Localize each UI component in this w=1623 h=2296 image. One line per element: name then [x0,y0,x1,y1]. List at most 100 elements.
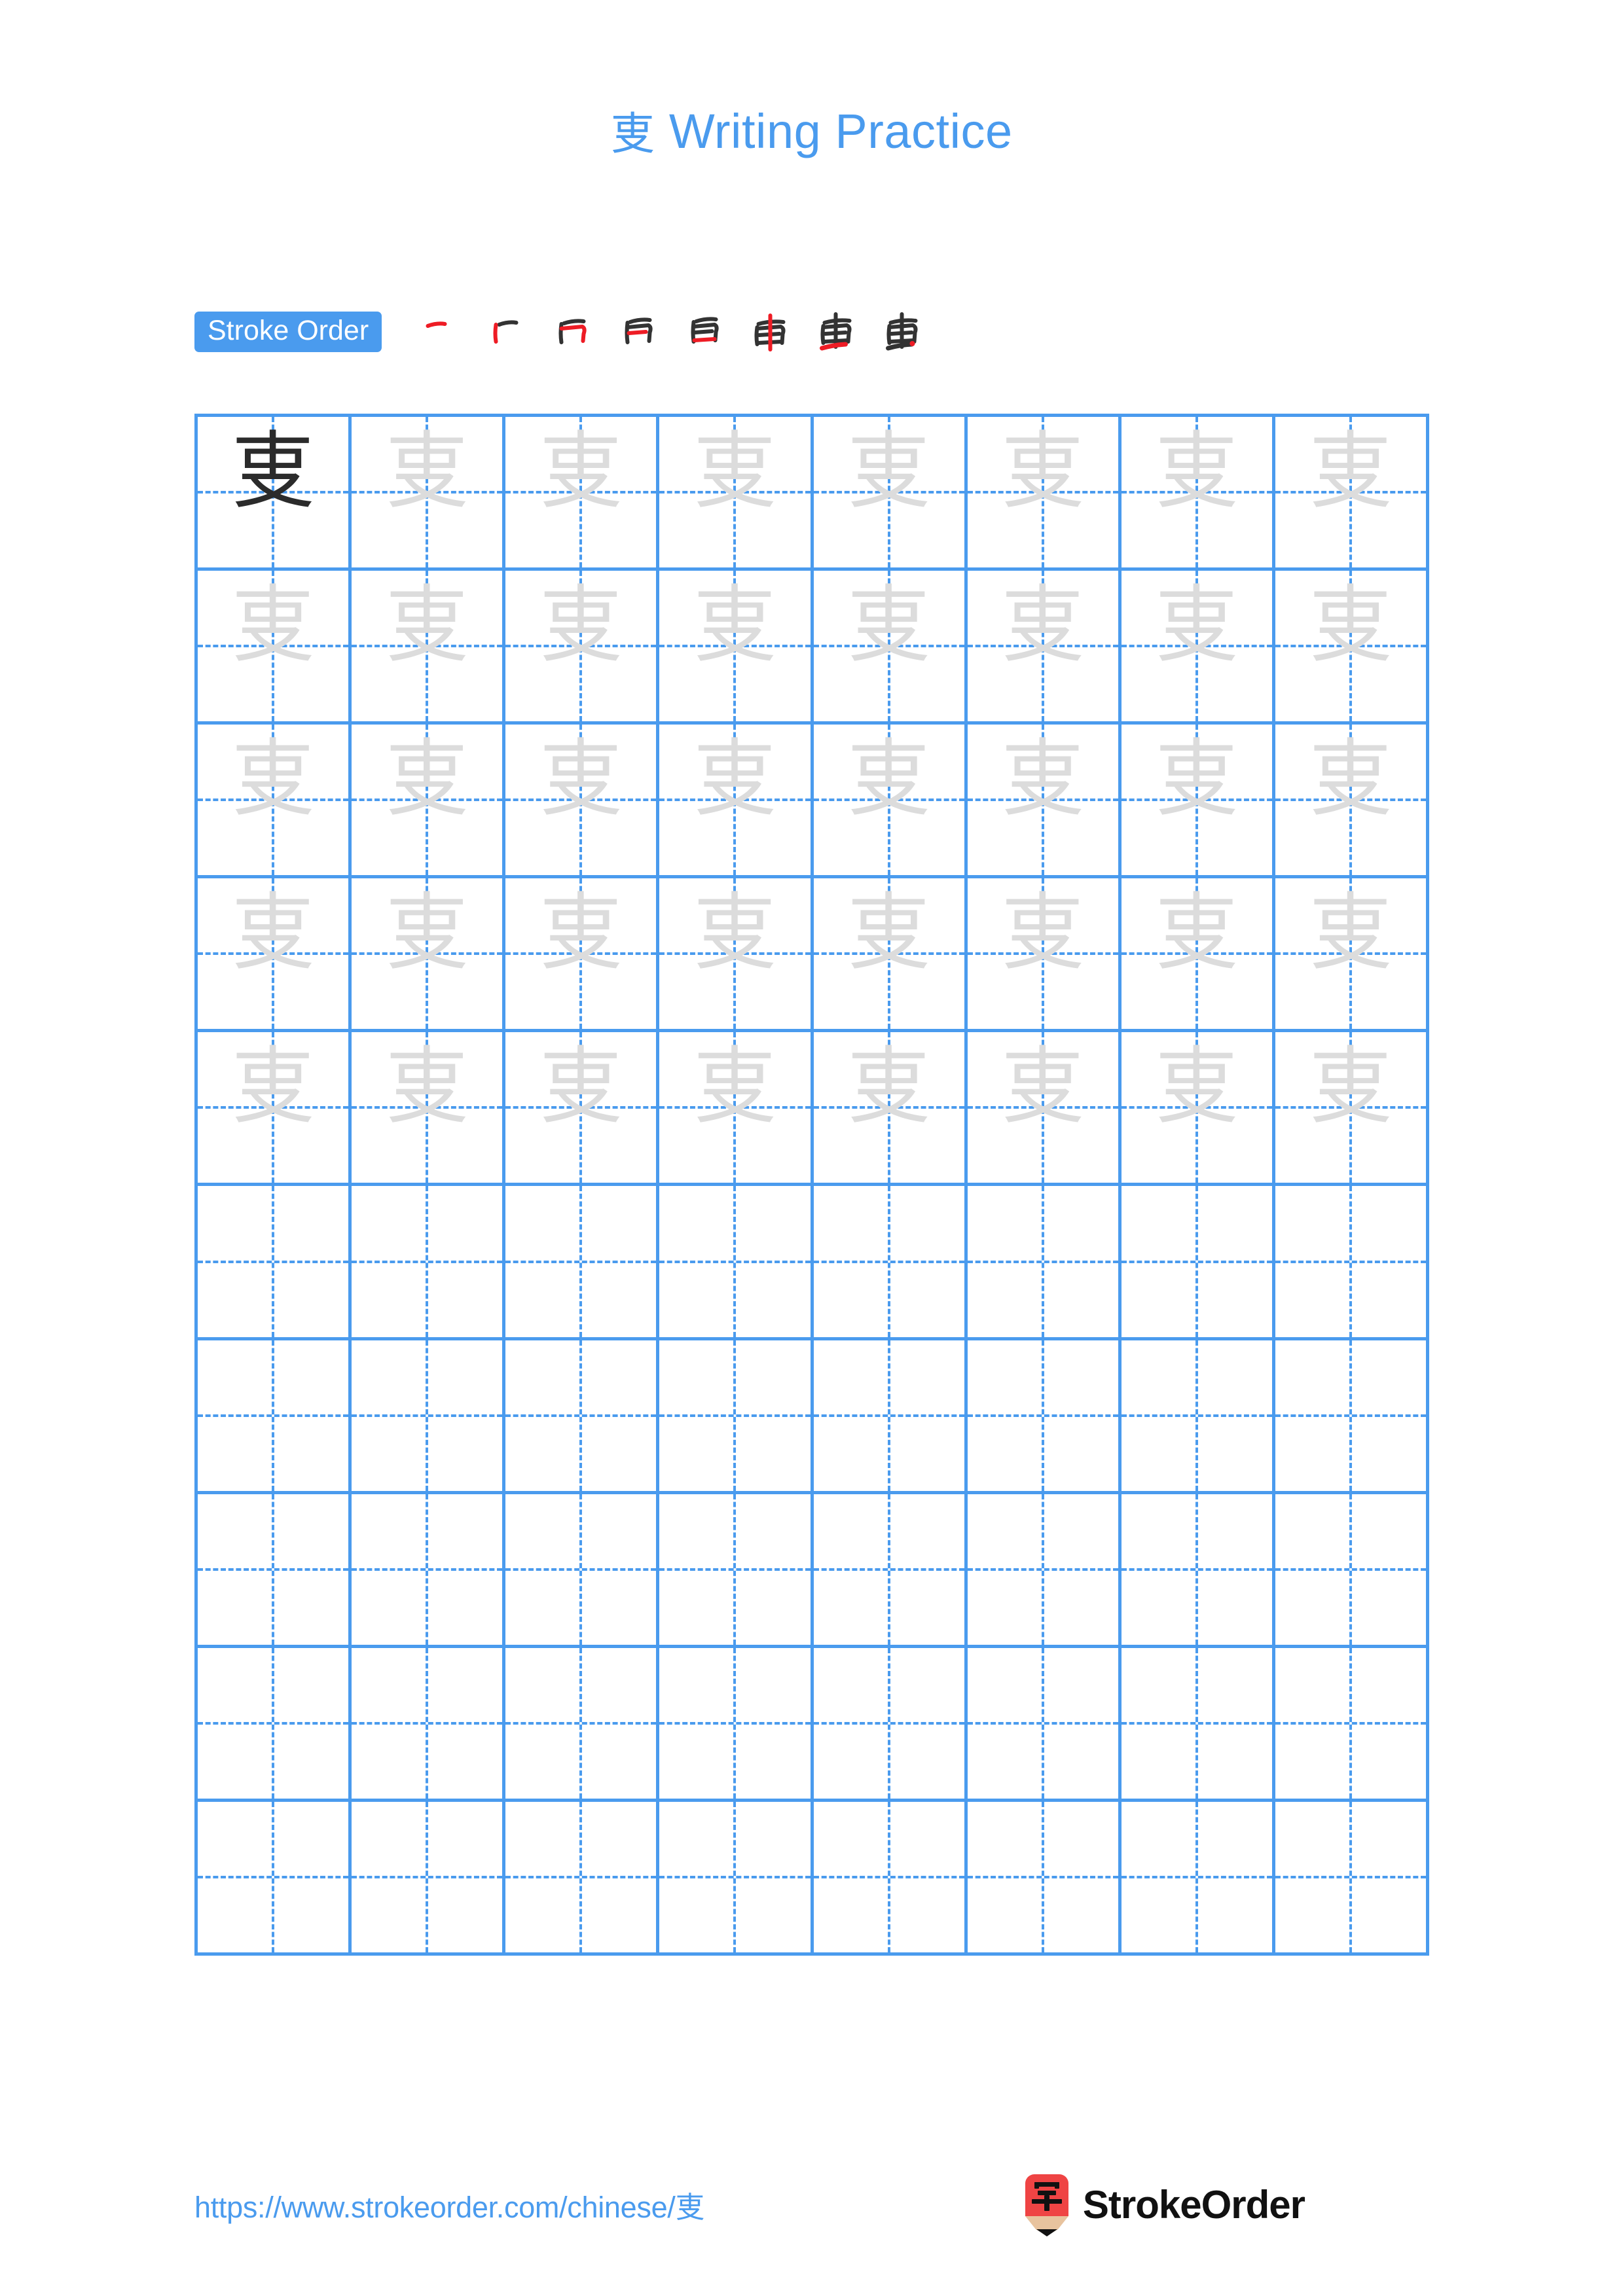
source-url[interactable]: https://www.strokeorder.com/chinese/叓 [194,2183,705,2226]
tracing-character: 叓 [1000,884,1085,982]
practice-cell[interactable] [198,1801,352,1952]
practice-cell[interactable] [1275,1186,1429,1337]
practice-cell[interactable] [968,1340,1122,1491]
practice-grid-row: 叓叓叓叓叓叓叓叓 [198,878,1429,1033]
practice-cell[interactable]: 叓 [198,571,352,722]
tracing-character: 叓 [1308,577,1393,675]
practice-cell[interactable] [198,1494,352,1645]
practice-cell[interactable] [352,1647,506,1799]
practice-cell[interactable]: 叓 [352,725,506,876]
practice-cell[interactable] [505,1494,660,1645]
practice-cell[interactable]: 叓 [352,571,506,722]
practice-cell[interactable]: 叓 [1122,417,1275,568]
practice-cell[interactable] [659,1186,814,1337]
practice-cell[interactable]: 叓 [505,417,660,568]
tracing-character: 叓 [385,1038,469,1136]
tracing-character: 叓 [1154,884,1239,982]
practice-cell[interactable] [968,1647,1122,1799]
practice-cell[interactable]: 叓 [1122,571,1275,722]
practice-cell[interactable]: 叓 [1275,878,1429,1030]
practice-cell[interactable]: 叓 [198,725,352,876]
practice-cell[interactable]: 叓 [968,878,1122,1030]
practice-cell[interactable]: 叓 [198,878,352,1030]
practice-cell[interactable] [352,1340,506,1491]
practice-cell[interactable] [968,1494,1122,1645]
practice-cell[interactable] [659,1647,814,1799]
practice-cell[interactable] [352,1186,506,1337]
tracing-character: 叓 [231,730,316,829]
practice-cell[interactable] [1122,1801,1275,1952]
practice-cell[interactable]: 叓 [352,1032,506,1183]
tracing-character: 叓 [1000,577,1085,675]
practice-cell[interactable]: 叓 [505,878,660,1030]
practice-cell[interactable]: 叓 [659,417,814,568]
practice-cell[interactable]: 叓 [1275,571,1429,722]
practice-cell[interactable] [352,1801,506,1952]
practice-cell[interactable] [198,1647,352,1799]
practice-cell[interactable]: 叓 [505,1032,660,1183]
practice-cell[interactable] [198,1186,352,1337]
practice-cell[interactable] [198,1340,352,1491]
practice-cell[interactable]: 叓 [814,571,968,722]
brand-logo-group[interactable]: StrokeOrder [1023,2172,1305,2237]
tracing-character: 叓 [231,577,316,675]
tracing-character: 叓 [847,577,931,675]
practice-cell[interactable] [814,1647,968,1799]
tracing-character: 叓 [1000,730,1085,829]
practice-cell[interactable]: 叓 [814,1032,968,1183]
practice-cell[interactable]: 叓 [659,878,814,1030]
practice-cell[interactable]: 叓 [505,725,660,876]
practice-cell[interactable] [968,1186,1122,1337]
practice-cell[interactable]: 叓 [352,878,506,1030]
practice-cell[interactable] [505,1340,660,1491]
tracing-character: 叓 [847,423,931,520]
practice-cell[interactable]: 叓 [1122,725,1275,876]
practice-cell[interactable]: 叓 [659,725,814,876]
practice-cell[interactable]: 叓 [659,571,814,722]
practice-cell[interactable]: 叓 [1275,417,1429,568]
practice-cell[interactable] [814,1801,968,1952]
practice-cell[interactable] [814,1494,968,1645]
practice-cell[interactable]: 叓 [352,417,506,568]
practice-cell[interactable] [505,1186,660,1337]
practice-cell[interactable]: 叓 [968,417,1122,568]
practice-cell[interactable] [659,1801,814,1952]
practice-cell[interactable] [1275,1647,1429,1799]
practice-cell[interactable] [1275,1801,1429,1952]
practice-cell[interactable] [1275,1340,1429,1491]
practice-cell[interactable]: 叓 [505,571,660,722]
page-title: 叓 Writing Practice [0,105,1623,160]
practice-cell[interactable] [814,1340,968,1491]
practice-cell[interactable] [505,1647,660,1799]
practice-cell[interactable] [968,1801,1122,1952]
practice-cell[interactable]: 叓 [814,417,968,568]
practice-cell[interactable]: 叓 [1275,725,1429,876]
practice-cell[interactable]: 叓 [968,1032,1122,1183]
tracing-character: 叓 [1000,423,1085,520]
practice-cell[interactable]: 叓 [1122,878,1275,1030]
practice-grid-row [198,1647,1429,1802]
practice-cell[interactable] [1122,1186,1275,1337]
practice-cell[interactable] [352,1494,506,1645]
practice-cell[interactable]: 叓 [1122,1032,1275,1183]
practice-cell[interactable]: 叓 [198,417,352,568]
tracing-character: 叓 [1308,423,1393,520]
practice-cell[interactable] [1122,1494,1275,1645]
practice-cell[interactable]: 叓 [1275,1032,1429,1183]
practice-cell[interactable]: 叓 [968,571,1122,722]
practice-cell[interactable]: 叓 [814,878,968,1030]
practice-cell[interactable] [1122,1647,1275,1799]
practice-cell[interactable]: 叓 [198,1032,352,1183]
tracing-character: 叓 [693,884,777,982]
practice-cell[interactable] [505,1801,660,1952]
practice-cell[interactable] [1275,1494,1429,1645]
practice-cell[interactable] [1122,1340,1275,1491]
tracing-character: 叓 [1308,1038,1393,1136]
tracing-character: 叓 [385,884,469,982]
practice-cell[interactable]: 叓 [659,1032,814,1183]
practice-cell[interactable]: 叓 [814,725,968,876]
practice-cell[interactable] [659,1340,814,1491]
practice-cell[interactable] [814,1186,968,1337]
practice-cell[interactable] [659,1494,814,1645]
practice-cell[interactable]: 叓 [968,725,1122,876]
